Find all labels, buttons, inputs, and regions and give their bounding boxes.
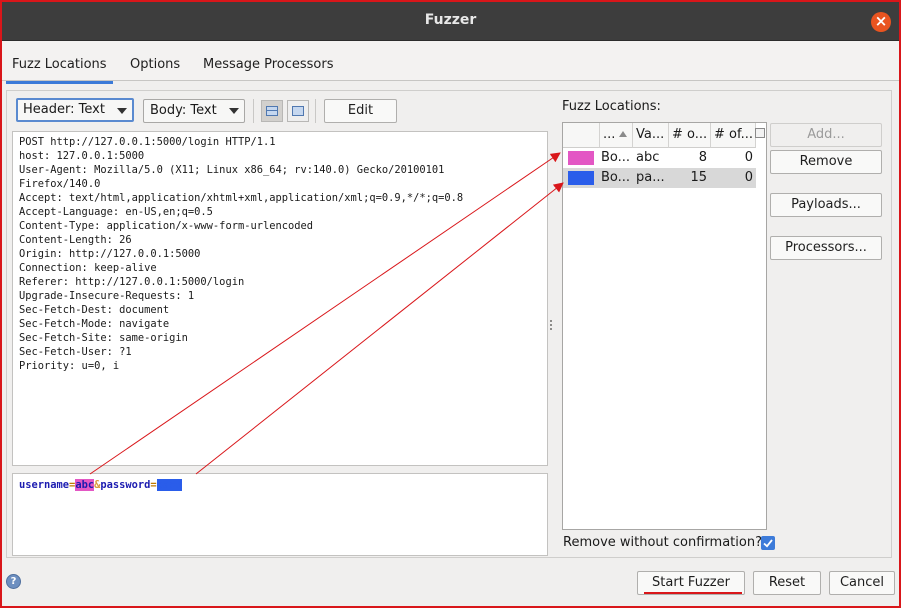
param-username-name: username xyxy=(19,479,70,491)
column-header-num-payloads[interactable]: # o... xyxy=(669,123,711,148)
vertical-splitter-handle[interactable] xyxy=(550,320,554,336)
fuzz-location-abc[interactable]: abc xyxy=(75,479,95,491)
header-line: Sec-Fetch-Mode: navigate xyxy=(19,318,170,330)
location-color-swatch xyxy=(568,151,594,165)
title-bar: Fuzzer × xyxy=(2,2,899,41)
toolbar-divider xyxy=(315,99,316,123)
header-line: Sec-Fetch-User: ?1 xyxy=(19,346,132,358)
chevron-down-icon xyxy=(117,108,127,114)
header-line: host: 127.0.0.1:5000 xyxy=(19,150,145,162)
fuzz-locations-label: Fuzz Locations: xyxy=(562,99,661,114)
header-line: POST http://127.0.0.1:5000/login HTTP/1.… xyxy=(19,136,276,148)
split-horizontal-view-icon[interactable] xyxy=(287,100,309,122)
tab-message-processors[interactable]: Message Processors xyxy=(203,57,334,72)
edit-button[interactable]: Edit xyxy=(324,99,397,123)
header-line: Connection: keep-alive xyxy=(19,262,157,274)
split-vertical-view-icon[interactable] xyxy=(261,100,283,122)
fuzz-location-pass[interactable]: pass xyxy=(156,479,182,491)
header-line: Accept-Language: en-US,en;q=0.5 xyxy=(19,206,213,218)
header-line: Priority: u=0, i xyxy=(19,360,120,372)
body-view-select[interactable]: Body: Text xyxy=(143,99,245,123)
request-header-editor[interactable]: POST http://127.0.0.1:5000/login HTTP/1.… xyxy=(12,131,548,466)
tab-fuzz-locations[interactable]: Fuzz Locations xyxy=(6,57,113,84)
fuzzer-window: Fuzzer × Fuzz Locations Options Message … xyxy=(0,0,901,608)
location-color-swatch xyxy=(568,171,594,185)
chevron-down-icon xyxy=(229,108,239,114)
cancel-button[interactable]: Cancel xyxy=(829,571,895,595)
fuzz-location-row[interactable]: Bo... abc 8 0 xyxy=(563,148,756,168)
header-line: User-Agent: Mozilla/5.0 (X11; Linux x86_… xyxy=(19,164,445,176)
header-line: Content-Type: application/x-www-form-url… xyxy=(19,220,314,232)
remove-confirmation-checkbox[interactable] xyxy=(761,536,775,550)
equals-sign: = xyxy=(150,479,157,491)
fuzz-locations-table: ... Va... # o... # of... Bo... abc 8 0 B… xyxy=(562,122,767,530)
header-line: Sec-Fetch-Dest: document xyxy=(19,304,170,316)
column-header-num-processors[interactable]: # of... xyxy=(711,123,756,148)
column-header-location[interactable]: ... xyxy=(600,123,633,148)
remove-confirmation-label: Remove without confirmation? xyxy=(563,535,762,550)
toolbar-divider xyxy=(253,99,254,123)
help-icon[interactable]: ? xyxy=(6,574,21,589)
header-view-select[interactable]: Header: Text xyxy=(16,98,134,122)
request-header-lines: POST http://127.0.0.1:5000/login HTTP/1.… xyxy=(13,132,547,373)
param-password-name: password xyxy=(100,479,151,491)
header-line: Accept: text/html,application/xhtml+xml,… xyxy=(19,192,464,204)
request-body-editor[interactable]: username=abc&password=pass xyxy=(12,473,548,556)
request-body-line: username=abc&password=pass xyxy=(19,478,182,492)
body-view-value: Body: Text xyxy=(150,103,217,118)
processors-button[interactable]: Processors... xyxy=(770,236,882,260)
annotation-underline xyxy=(644,592,742,594)
add-location-button[interactable]: Add... xyxy=(770,123,882,147)
fuzz-location-row[interactable]: Bo... pa... 15 0 xyxy=(563,168,756,188)
tab-options[interactable]: Options xyxy=(130,57,180,72)
header-line: Firefox/140.0 xyxy=(19,178,101,190)
header-line: Upgrade-Insecure-Requests: 1 xyxy=(19,290,195,302)
tab-bar: Fuzz Locations Options Message Processor… xyxy=(2,41,899,84)
header-line: Sec-Fetch-Site: same-origin xyxy=(19,332,188,344)
header-line: Origin: http://127.0.0.1:5000 xyxy=(19,248,201,260)
column-control-icon[interactable] xyxy=(755,128,765,138)
reset-button[interactable]: Reset xyxy=(753,571,821,595)
checkmark-icon xyxy=(763,539,773,548)
sort-ascending-icon xyxy=(619,131,628,137)
horizontal-splitter-handle[interactable] xyxy=(272,467,288,478)
close-icon[interactable]: × xyxy=(871,12,891,32)
payloads-button[interactable]: Payloads... xyxy=(770,193,882,217)
column-header-value[interactable]: Va... xyxy=(633,123,669,148)
window-title: Fuzzer xyxy=(424,12,477,28)
remove-location-button[interactable]: Remove xyxy=(770,150,882,174)
header-line: Referer: http://127.0.0.1:5000/login xyxy=(19,276,245,288)
header-line: Content-Length: 26 xyxy=(19,234,132,246)
header-view-value: Header: Text xyxy=(23,102,105,117)
column-header-color[interactable] xyxy=(563,123,600,148)
